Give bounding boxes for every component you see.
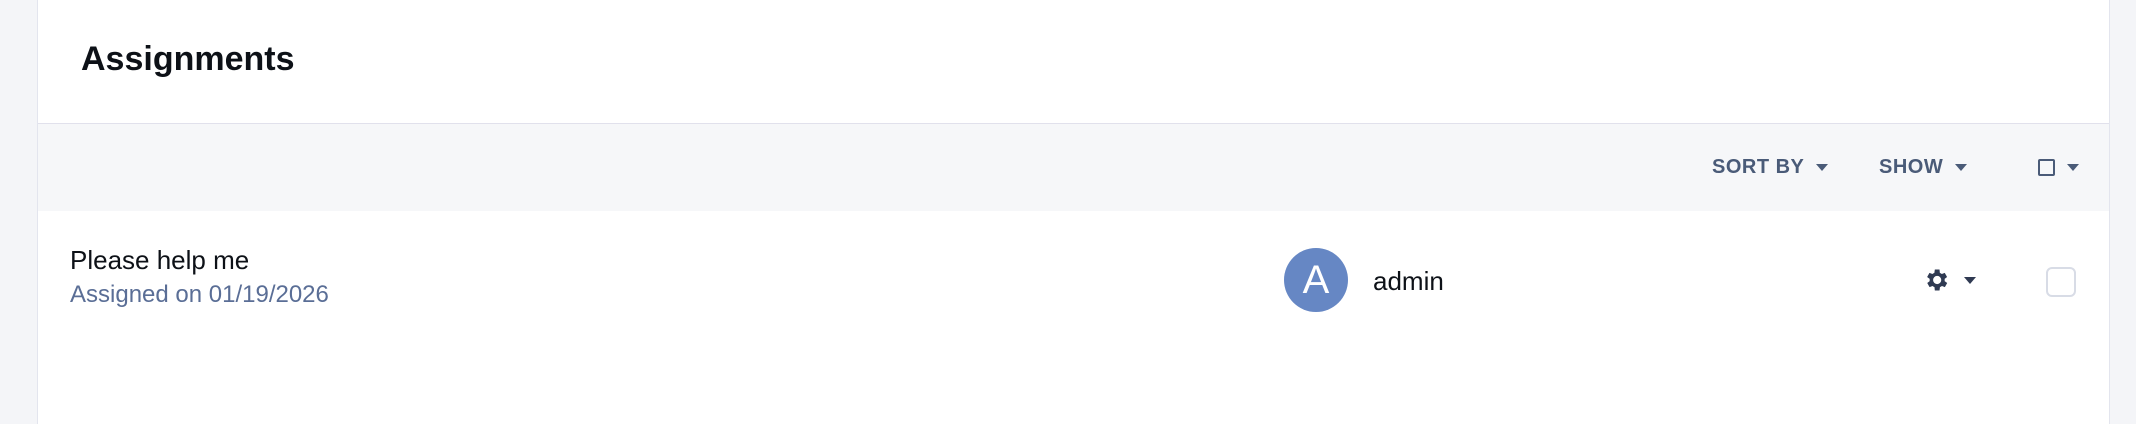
chevron-down-icon [1955,164,1968,171]
row-actions-button[interactable] [1922,266,1976,294]
chevron-down-icon [1816,164,1829,171]
avatar: A [1284,248,1348,312]
gear-icon [1922,266,1950,294]
show-label: SHOW [1879,156,1944,178]
assignments-panel: Assignments SORT BY SHOW Please help me … [37,0,2110,424]
list-toolbar: SORT BY SHOW [38,124,2109,211]
assignee-name: admin [1373,266,1444,296]
chevron-down-icon [2067,164,2079,171]
select-all-dropdown[interactable] [2038,124,2079,211]
panel-header: Assignments [38,0,2109,124]
show-dropdown[interactable]: SHOW [1879,124,1968,211]
assignment-date: Assigned on 01/19/2026 [70,281,329,308]
checkbox-icon [2038,159,2055,176]
sort-by-label: SORT BY [1712,156,1805,178]
assignment-title[interactable]: Please help me [70,245,249,276]
sort-by-dropdown[interactable]: SORT BY [1712,124,1829,211]
chevron-down-icon [1964,276,1976,284]
page-title: Assignments [81,40,295,78]
list-item[interactable]: Please help me Assigned on 01/19/2026 A … [38,211,2109,351]
row-checkbox[interactable] [2046,267,2076,297]
avatar-initial: A [1302,257,1330,302]
